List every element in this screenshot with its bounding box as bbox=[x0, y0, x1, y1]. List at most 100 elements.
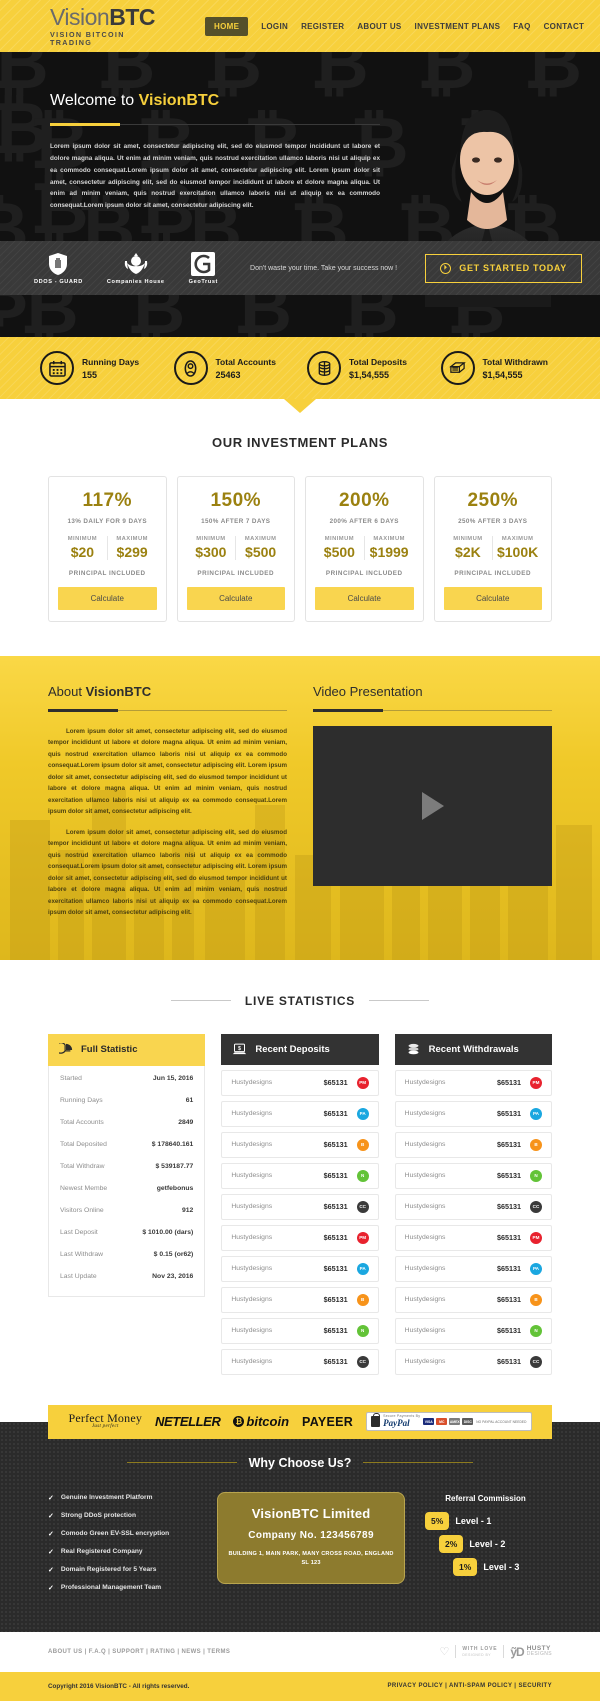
chevron-right-icon: ⏵ bbox=[440, 262, 452, 274]
list-item: Hustydesigns $65131 PM bbox=[394, 1069, 552, 1096]
full-statistic-table: Started Jun 15, 2016 Running Days 61 Total… bbox=[48, 1065, 206, 1297]
payment-badge-icon: PA bbox=[529, 1107, 542, 1120]
check-icon: ✓ bbox=[48, 1494, 54, 1502]
table-row: Running Days 61 bbox=[59, 1090, 194, 1112]
table-row: Started Jun 15, 2016 bbox=[59, 1068, 194, 1090]
plan-max-label: MAXIMUM bbox=[116, 536, 148, 542]
stat-label: Total Withdrawn bbox=[482, 356, 548, 367]
payment-neteller-logo[interactable]: NETELLER bbox=[155, 1414, 221, 1429]
row-key: Total Withdraw bbox=[60, 1163, 105, 1170]
row-key: Started bbox=[60, 1075, 82, 1082]
video-divider bbox=[313, 709, 552, 712]
calculate-button[interactable]: Calculate bbox=[186, 587, 285, 610]
referral-percent: 5% bbox=[425, 1511, 450, 1530]
nav-item-contact[interactable]: CONTACT bbox=[544, 22, 585, 31]
trust-badge-geotrust[interactable]: GeoTrust bbox=[189, 251, 218, 285]
payment-badge-icon: B bbox=[529, 1138, 542, 1151]
stat-total-withdrawn: Total Withdrawn $1,54,555 bbox=[440, 351, 575, 385]
nav-item-login[interactable]: LOGIN bbox=[261, 22, 288, 31]
payment-badge-icon: PM bbox=[356, 1076, 369, 1089]
tx-name: Hustydesigns bbox=[404, 1327, 446, 1334]
table-row: Last Deposit $ 1010.00 (dars) bbox=[59, 1222, 194, 1244]
tx-name: Hustydesigns bbox=[231, 1265, 273, 1272]
card-icons: VISA MC AMEX DISC bbox=[423, 1418, 474, 1425]
calculate-button[interactable]: Calculate bbox=[443, 587, 542, 610]
tx-amount: $65131 bbox=[323, 1109, 348, 1118]
husty-text: HUSTY DESIGNS bbox=[527, 1645, 552, 1658]
designed-by-label: DESIGNED BY bbox=[462, 1652, 492, 1657]
feature-label: Real Registered Company bbox=[60, 1548, 143, 1555]
plan-min-value: $2K bbox=[455, 544, 481, 560]
plan-principal: PRINCIPAL INCLUDED bbox=[454, 570, 532, 577]
live-statistics-title: LIVE STATISTICS bbox=[244, 993, 356, 1008]
nav-item-faq[interactable]: FAQ bbox=[513, 22, 530, 31]
plan-min-label: MINIMUM bbox=[453, 536, 483, 542]
trust-badge-ddos-guard[interactable]: DDOS - GUARD bbox=[34, 252, 83, 285]
row-value: Nov 23, 2016 bbox=[152, 1273, 194, 1280]
video-player[interactable] bbox=[313, 726, 552, 886]
plan-min-label: MINIMUM bbox=[67, 536, 97, 542]
footer-links[interactable]: ABOUT US | F.A.Q | SUPPORT | RATING | NE… bbox=[48, 1649, 230, 1655]
copyright-bar: Copyright 2016 VisionBTC - All rights re… bbox=[0, 1671, 600, 1701]
tx-amount: $65131 bbox=[323, 1357, 348, 1366]
tx-amount: $65131 bbox=[323, 1264, 348, 1273]
stat-label: Running Days bbox=[82, 356, 140, 367]
policy-links[interactable]: PRIVACY POLICY | ANTI-SPAM POLICY | SECU… bbox=[387, 1683, 552, 1689]
plan-min-label: MINIMUM bbox=[196, 536, 226, 542]
list-item: Hustydesigns $65131 B bbox=[394, 1131, 552, 1158]
tx-amount: $65131 bbox=[323, 1078, 348, 1087]
husty-name: HUSTY bbox=[526, 1644, 551, 1652]
husty-designs-logo[interactable]: ỹD HUSTY DESIGNS bbox=[510, 1645, 552, 1659]
stat-running-days: Running Days 155 bbox=[40, 351, 174, 385]
calculate-button[interactable]: Calculate bbox=[58, 587, 157, 610]
nav-item-investment-plans[interactable]: INVESTMENT PLANS bbox=[415, 22, 501, 31]
plan-card[interactable]: 117% 13% DAILY FOR 9 DAYS MINIMUM $20 MAX… bbox=[48, 476, 167, 622]
plan-card[interactable]: 250% 250% AFTER 3 DAYS MINIMUM $2K MAXIMU… bbox=[433, 476, 552, 622]
video-heading: Video Presentation bbox=[313, 684, 423, 699]
about-paragraph-1: Lorem ipsum dolor sit amet, consectetur … bbox=[48, 728, 287, 816]
investment-plans-section: OUR INVESTMENT PLANS 117% 13% DAILY FOR … bbox=[0, 399, 600, 656]
payment-badge-icon: N bbox=[529, 1169, 542, 1182]
row-value: $ 0.15 (or62) bbox=[153, 1251, 194, 1258]
list-item: Hustydesigns $65131 CC bbox=[221, 1348, 379, 1375]
with-love-label: WITH LOVE bbox=[462, 1646, 498, 1653]
calculate-button[interactable]: Calculate bbox=[315, 587, 414, 610]
lock-icon bbox=[371, 1413, 381, 1427]
company-number: Company No. 123456789 bbox=[248, 1529, 374, 1541]
full-statistic-card: Full Statistic Started Jun 15, 2016 Runni… bbox=[48, 1033, 206, 1375]
nav-item-about-us[interactable]: ABOUT US bbox=[357, 22, 401, 31]
tx-name: Hustydesigns bbox=[231, 1358, 273, 1365]
nav-item-home[interactable]: HOME bbox=[205, 16, 249, 36]
get-started-button[interactable]: ⏵ GET STARTED TODAY bbox=[425, 253, 582, 283]
check-icon: ✓ bbox=[48, 1584, 54, 1592]
feature-label: Professional Management Team bbox=[60, 1584, 162, 1591]
row-key: Last Withdraw bbox=[60, 1251, 104, 1258]
nav-item-register[interactable]: REGISTER bbox=[301, 22, 344, 31]
plan-min-value: $500 bbox=[323, 544, 355, 560]
list-item: Hustydesigns $65131 CC bbox=[394, 1348, 552, 1375]
table-row: Newest Membe getfebonus bbox=[59, 1178, 194, 1200]
recent-deposits-list: Hustydesigns $65131 PM Hustydesigns $65131 P… bbox=[221, 1069, 379, 1375]
pie-chart-icon bbox=[59, 1042, 73, 1054]
plan-card[interactable]: 200% 200% AFTER 6 DAYS MINIMUM $500 MAXIM… bbox=[305, 476, 424, 622]
logo[interactable]: VisionBTC VISION BITCOIN TRADING bbox=[50, 6, 156, 46]
list-item: ✓ Domain Registered for 5 Years bbox=[48, 1566, 203, 1574]
play-icon[interactable] bbox=[421, 792, 444, 820]
payment-badge-icon: B bbox=[356, 1138, 369, 1151]
payment-payeer-logo[interactable]: PAYEER bbox=[302, 1415, 353, 1429]
plan-description: 150% AFTER 7 DAYS bbox=[201, 518, 271, 525]
divider-right bbox=[369, 1000, 430, 1001]
about-divider bbox=[48, 709, 287, 712]
payment-paypal-logo[interactable]: Secure Payments By PayPal VISA MC AMEX D… bbox=[366, 1412, 532, 1431]
plan-card[interactable]: 150% 150% AFTER 7 DAYS MINIMUM $300 MAXIM… bbox=[176, 476, 295, 622]
list-item: Hustydesigns $65131 B bbox=[221, 1131, 379, 1158]
payment-badge-icon: N bbox=[356, 1169, 369, 1182]
paypal-note: NO PAYPAL ACCOUNT NEEDED bbox=[476, 1419, 527, 1424]
trust-badge-companies-house[interactable]: Companies House bbox=[107, 252, 165, 285]
payment-bitcoin-logo[interactable]: ₿ bitcoin bbox=[233, 1414, 289, 1429]
payment-perfect-money-logo[interactable]: Perfect Money Just perfect bbox=[68, 1412, 142, 1429]
list-item: Hustydesigns $65131 N bbox=[221, 1162, 379, 1189]
geotrust-icon bbox=[191, 251, 216, 276]
payment-methods-bar: Perfect Money Just perfect NETELLER ₿ bi… bbox=[48, 1404, 552, 1439]
tx-name: Hustydesigns bbox=[404, 1172, 446, 1179]
